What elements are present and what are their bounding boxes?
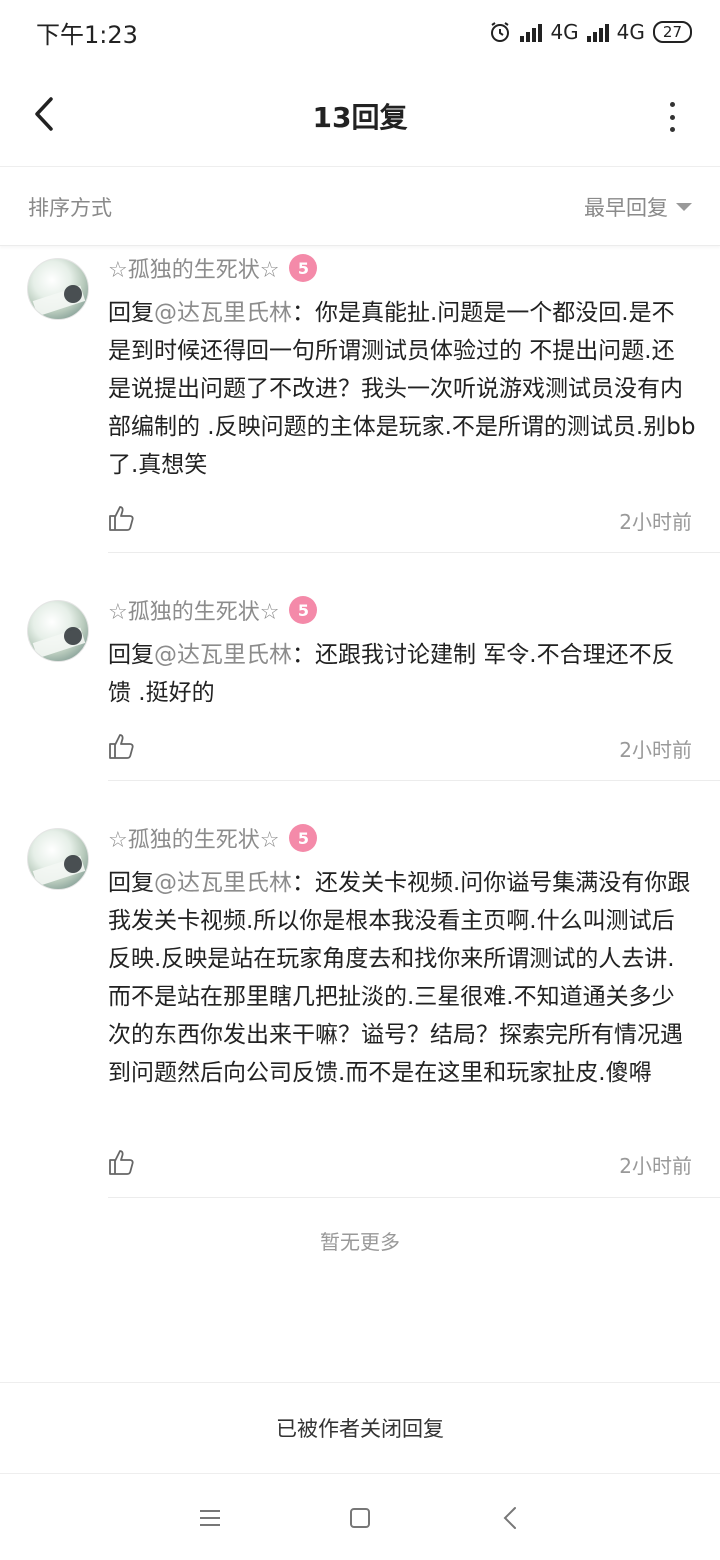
sort-bar: 排序方式 最早回复 <box>0 168 720 246</box>
level-badge: 5 <box>289 824 318 852</box>
reply-time: 2小时前 <box>619 510 692 534</box>
reply-time: 2小时前 <box>619 1154 692 1178</box>
level-badge: 5 <box>289 596 318 624</box>
caret-down-icon <box>676 202 692 211</box>
username[interactable]: ☆孤独的生死状☆ <box>108 252 279 284</box>
thumbs-up-icon <box>109 506 134 531</box>
signal-icon-2 <box>586 22 609 42</box>
reply-prefix: 回复 <box>108 642 154 668</box>
mention-link[interactable]: @达瓦里氏林 <box>154 870 292 896</box>
home-button[interactable] <box>340 1498 380 1538</box>
reply-text: 回复@达瓦里氏林：还跟我讨论建制 军令.不合理还不反馈 .挺好的 <box>108 636 696 712</box>
username[interactable]: ☆孤独的生死状☆ <box>108 594 279 626</box>
like-button[interactable] <box>108 1148 136 1176</box>
status-time: 下午1:23 <box>36 20 138 49</box>
page-title: 13回复 <box>312 101 408 134</box>
username-row: ☆孤独的生死状☆ 5 <box>108 252 318 284</box>
more-dot-icon <box>669 114 675 120</box>
status-icons: 4G 4G 27 <box>488 20 692 44</box>
menu-icon <box>200 1509 220 1526</box>
signal-icon <box>520 22 543 42</box>
more-options-button[interactable] <box>660 102 684 132</box>
like-button[interactable] <box>108 504 136 532</box>
divider <box>108 1197 720 1198</box>
reply-text: 回复@达瓦里氏林：还发关卡视频.问你谥号集满没有你跟我发关卡视频.所以你是根本我… <box>108 864 696 1092</box>
reply-text: 回复@达瓦里氏林：你是真能扯.问题是一个都没回.是不是到时候还得回一句所谓测试员… <box>108 294 696 484</box>
reply-content: ：你是真能扯.问题是一个都没回.是不是到时候还得回一句所谓测试员体验过的 不提出… <box>108 300 696 478</box>
sort-selected: 最早回复 <box>584 195 668 220</box>
network-type-2: 4G <box>616 20 645 44</box>
avatar[interactable] <box>27 258 89 320</box>
more-dot-icon <box>669 102 675 107</box>
divider <box>108 780 720 781</box>
reply-prefix: 回复 <box>108 300 154 326</box>
system-nav-bar <box>0 1475 720 1560</box>
reply-item: ☆孤独的生死状☆ 5 回复@达瓦里氏林：还发关卡视频.问你谥号集满没有你跟我发关… <box>0 818 720 1198</box>
menu-button[interactable] <box>190 1498 230 1538</box>
username-row: ☆孤独的生死状☆ 5 <box>108 594 318 626</box>
like-button[interactable] <box>108 732 136 760</box>
username-row: ☆孤独的生死状☆ 5 <box>108 822 318 854</box>
system-back-button[interactable] <box>490 1498 530 1538</box>
battery-icon: 27 <box>652 21 692 43</box>
back-arrow-icon <box>503 1506 516 1529</box>
mention-link[interactable]: @达瓦里氏林 <box>154 642 292 668</box>
reply-content: ：还发关卡视频.问你谥号集满没有你跟我发关卡视频.所以你是根本我没看主页啊.什么… <box>108 870 691 1086</box>
status-bar: 下午1:23 4G 4G 27 <box>0 0 720 64</box>
thumbs-up-icon <box>109 1150 134 1175</box>
more-dot-icon <box>669 127 675 132</box>
username[interactable]: ☆孤独的生死状☆ <box>108 822 279 854</box>
square-icon <box>350 1507 370 1528</box>
reply-item: ☆孤独的生死状☆ 5 回复@达瓦里氏林：你是真能扯.问题是一个都没回.是不是到时… <box>0 248 720 553</box>
avatar[interactable] <box>27 828 89 890</box>
avatar[interactable] <box>27 600 89 662</box>
mention-link[interactable]: @达瓦里氏林 <box>154 300 292 326</box>
header: 13回复 <box>0 64 720 167</box>
alarm-icon <box>491 22 510 42</box>
sort-dropdown[interactable]: 最早回复 <box>584 192 692 222</box>
reply-prefix: 回复 <box>108 870 154 896</box>
reply-time: 2小时前 <box>619 738 692 762</box>
replies-closed-notice: 已被作者关闭回复 <box>0 1382 720 1474</box>
divider <box>108 552 720 553</box>
no-more-text: 暂无更多 <box>320 1230 400 1254</box>
reply-item: ☆孤独的生死状☆ 5 回复@达瓦里氏林：还跟我讨论建制 军令.不合理还不反馈 .… <box>0 590 720 781</box>
level-badge: 5 <box>289 254 318 282</box>
sort-label: 排序方式 <box>28 195 112 220</box>
network-type-1: 4G <box>550 20 579 44</box>
thumbs-up-icon <box>109 734 134 759</box>
